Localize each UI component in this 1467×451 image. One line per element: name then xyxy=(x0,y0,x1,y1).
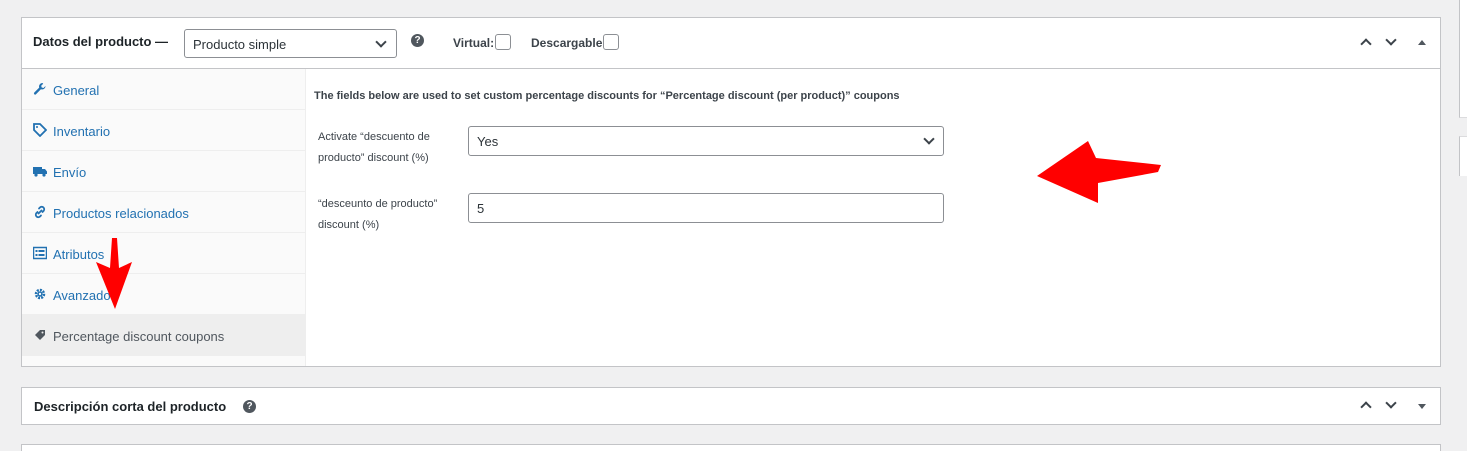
select-value: Yes xyxy=(477,134,499,149)
product-type-select[interactable]: Producto simple xyxy=(184,29,397,58)
discount-percent-input[interactable]: 5 xyxy=(468,193,944,223)
caret-up-icon xyxy=(1418,40,1426,45)
tab-label: Percentage discount coupons xyxy=(53,329,225,344)
gear-icon xyxy=(33,287,47,301)
chevron-down-icon xyxy=(923,133,935,145)
wrench-icon xyxy=(33,82,47,96)
activate-discount-select[interactable]: Yes xyxy=(468,126,944,156)
side-panel-edge xyxy=(1459,0,1467,118)
virtual-label: Virtual: xyxy=(453,36,495,50)
label-line: “desceunto de producto” xyxy=(318,198,438,210)
intro-text: The fields below are used to set custom … xyxy=(314,90,900,102)
truck-icon xyxy=(33,164,47,178)
tab-attributes[interactable]: Atributos xyxy=(22,233,306,274)
next-panel xyxy=(21,444,1441,451)
tag-icon xyxy=(33,328,47,342)
move-up-button[interactable] xyxy=(1356,32,1378,54)
chevron-down-icon xyxy=(1385,34,1397,46)
chevron-down-icon xyxy=(1385,397,1397,409)
tab-label: Atributos xyxy=(53,247,105,262)
link-icon xyxy=(33,205,47,219)
product-type-value: Producto simple xyxy=(193,37,287,52)
panel-title: Datos del producto — xyxy=(33,34,169,49)
field-label-discount: “desceunto de producto” discount (%) xyxy=(318,194,458,236)
tab-label: Inventario xyxy=(53,124,111,139)
tab-content: The fields below are used to set custom … xyxy=(306,69,1440,366)
tab-shipping[interactable]: Envío xyxy=(22,151,306,192)
tag-icon xyxy=(33,123,48,138)
toggle-panel-button[interactable] xyxy=(1411,32,1433,54)
tab-label: Productos relacionados xyxy=(53,206,189,221)
move-down-button[interactable] xyxy=(1381,395,1403,417)
chevron-up-icon xyxy=(1360,401,1372,413)
field-label-activate: Activate “descuento de producto” discoun… xyxy=(318,127,458,169)
help-icon[interactable]: ? xyxy=(243,400,256,413)
tab-label: Envío xyxy=(53,165,87,180)
tab-inventory[interactable]: Inventario xyxy=(22,110,306,151)
tab-general[interactable]: General xyxy=(22,69,306,110)
move-down-button[interactable] xyxy=(1381,32,1403,54)
input-value: 5 xyxy=(477,201,485,216)
chevron-up-icon xyxy=(1360,38,1372,50)
tab-label: Avanzado xyxy=(53,288,111,303)
product-data-panel: Datos del producto — Producto simple ? V… xyxy=(21,17,1441,367)
list-view-icon xyxy=(32,246,48,260)
toggle-panel-button[interactable] xyxy=(1411,395,1433,417)
panel-title: Descripción corta del producto xyxy=(34,399,227,414)
product-data-tabs: General Inventario Envío Productos relac… xyxy=(22,69,306,366)
move-up-button[interactable] xyxy=(1356,395,1378,417)
side-panel-edge xyxy=(1459,136,1467,176)
label-line: producto” discount (%) xyxy=(318,152,429,164)
downloadable-checkbox[interactable] xyxy=(603,34,619,50)
downloadable-label: Descargable: xyxy=(531,36,607,50)
label-line: discount (%) xyxy=(318,219,380,231)
help-icon[interactable]: ? xyxy=(411,34,424,47)
caret-down-icon xyxy=(1418,404,1426,409)
short-description-panel: Descripción corta del producto ? xyxy=(21,387,1441,425)
label-line: Activate “descuento de xyxy=(318,131,430,143)
virtual-checkbox[interactable] xyxy=(495,34,511,50)
chevron-down-icon xyxy=(375,36,387,48)
tab-linked-products[interactable]: Productos relacionados xyxy=(22,192,306,233)
tab-label: General xyxy=(53,83,100,98)
product-data-header: Datos del producto — Producto simple ? V… xyxy=(22,18,1440,69)
tab-percentage-discount-coupons[interactable]: Percentage discount coupons xyxy=(22,315,306,356)
tab-advanced[interactable]: Avanzado xyxy=(22,274,306,315)
